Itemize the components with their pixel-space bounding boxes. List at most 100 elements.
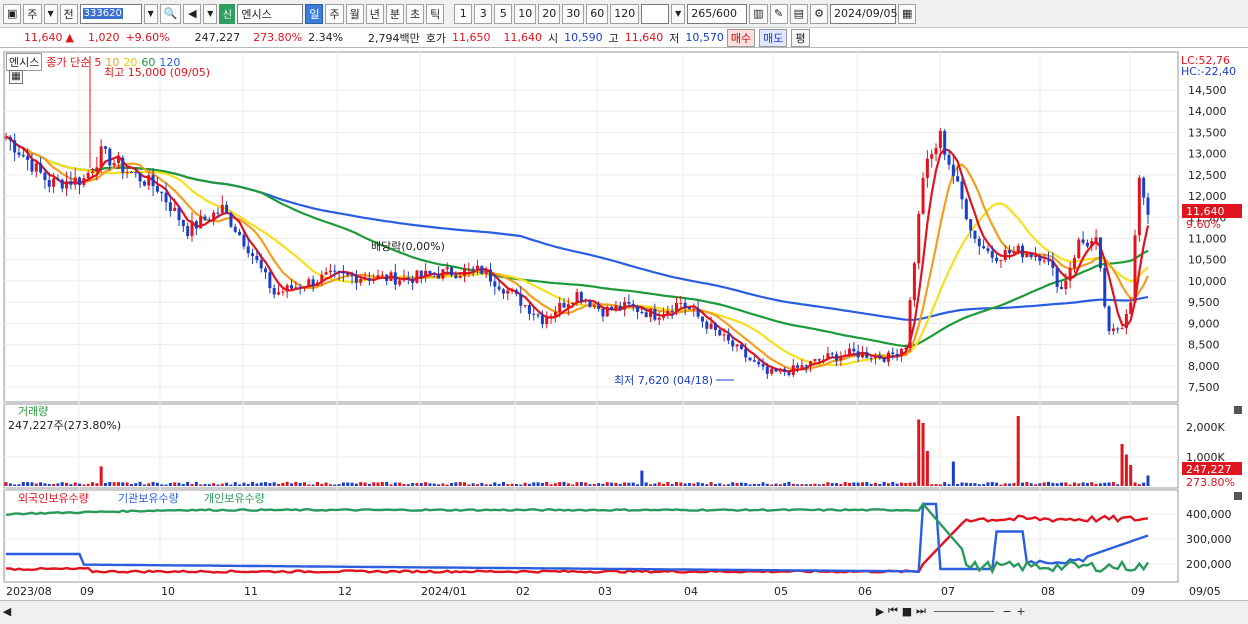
- candle-body: [956, 176, 960, 182]
- volume-ratio: 273.80%: [253, 31, 303, 44]
- stock-name-field[interactable]: 엔시스: [237, 3, 304, 24]
- candle-body: [908, 300, 912, 348]
- candle-body: [1094, 237, 1098, 241]
- volume-bar: [333, 484, 337, 486]
- volume-panel[interactable]: [3, 403, 1179, 489]
- candle-body: [856, 351, 860, 358]
- stop-icon[interactable]: ■: [900, 605, 914, 618]
- scroll-left-icon[interactable]: ◀: [0, 605, 14, 618]
- scroll-right-icon[interactable]: ▶: [874, 605, 886, 618]
- stock-name-tag[interactable]: 엔시스: [6, 53, 43, 71]
- volume-bar: [804, 484, 808, 486]
- volume-bar: [372, 482, 376, 486]
- candle-body: [562, 302, 566, 308]
- candle-body: [705, 321, 709, 329]
- minute-button-20[interactable]: 20: [538, 3, 561, 24]
- volume-bar: [350, 482, 354, 486]
- sell-button[interactable]: 매도: [759, 28, 788, 47]
- count-input[interactable]: 265/600: [687, 3, 748, 24]
- gear-icon[interactable]: ⚙: [810, 3, 829, 24]
- table-icon[interactable]: ▦: [9, 70, 23, 84]
- volume-bar: [389, 484, 393, 486]
- minute-button-10[interactable]: 10: [514, 3, 537, 24]
- candle-body: [687, 307, 691, 310]
- speaker-icon[interactable]: ◀: [183, 3, 202, 24]
- minute-button-60[interactable]: 60: [586, 3, 609, 24]
- close-volume-panel-icon[interactable]: [1234, 406, 1242, 414]
- volume-bar: [103, 482, 107, 486]
- candle-icon[interactable]: ▥: [749, 3, 768, 24]
- minute-button-30[interactable]: 30: [562, 3, 585, 24]
- scroll-bar[interactable]: ◀ ▶ ⏮ ■ ⏭ − +: [0, 600, 1248, 621]
- candle-body: [951, 164, 955, 177]
- chart-window-icon[interactable]: ▣: [3, 3, 22, 24]
- volume-bar: [1064, 482, 1068, 486]
- speaker-dropdown-icon[interactable]: ▼: [203, 3, 218, 24]
- candle-body: [65, 181, 69, 189]
- candle-body: [527, 305, 531, 314]
- period-button-week[interactable]: 주: [23, 3, 42, 24]
- volume-bar: [791, 483, 795, 486]
- custom-interval-dropdown-icon[interactable]: ▼: [671, 3, 686, 24]
- zoom-slider[interactable]: [934, 610, 994, 612]
- interval-button-month[interactable]: 월: [345, 3, 364, 24]
- interval-button-week[interactable]: 주: [325, 3, 344, 24]
- volume-bar: [1051, 482, 1055, 486]
- candle-body: [251, 253, 255, 256]
- toolbar: ▣ 주 ▼ 전 333620 ▼ 🔍 ◀ ▼ 신 엔시스 일 주 월 년 분 초…: [0, 0, 1248, 28]
- candle-body: [1090, 240, 1094, 247]
- close-holding-panel-icon[interactable]: [1234, 492, 1242, 500]
- stock-chart[interactable]: 14,50014,00013,50013,00012,50012,00011,5…: [0, 48, 1248, 621]
- candle-body: [225, 204, 229, 213]
- search-icon[interactable]: 🔍: [159, 3, 182, 24]
- zoom-out-icon[interactable]: −: [1000, 605, 1014, 618]
- price-y-tick: 12,500: [1188, 169, 1227, 182]
- interval-button-minute[interactable]: 분: [385, 3, 404, 24]
- candle-body: [367, 278, 371, 281]
- candle-body: [441, 269, 445, 279]
- candle-body: [91, 171, 95, 173]
- volume-bar: [1072, 482, 1076, 486]
- candle-body: [415, 270, 419, 283]
- candle-body: [558, 302, 562, 312]
- chevron-down-icon[interactable]: ▼: [43, 3, 58, 24]
- play-end-icon[interactable]: ⏭: [914, 604, 928, 618]
- interval-button-tick[interactable]: 틱: [426, 3, 445, 24]
- candle-body: [199, 216, 203, 229]
- interval-button-day[interactable]: 일: [305, 3, 324, 24]
- date-input[interactable]: 2024/09/05: [830, 3, 897, 24]
- volume-bar: [934, 484, 938, 486]
- interval-button-year[interactable]: 년: [365, 3, 384, 24]
- period-button-prev[interactable]: 전: [59, 3, 78, 24]
- draw-tool-icon[interactable]: ✎: [769, 3, 788, 24]
- eval-button[interactable]: 평: [791, 28, 810, 47]
- candle-body: [1064, 280, 1068, 289]
- code-dropdown-icon[interactable]: ▼: [143, 3, 158, 24]
- stock-code-input[interactable]: 333620: [79, 3, 142, 24]
- candle-body: [419, 270, 423, 277]
- volume-bar: [506, 484, 510, 486]
- minute-button-1[interactable]: 1: [454, 3, 473, 24]
- minute-button-120[interactable]: 120: [610, 3, 640, 24]
- custom-interval-input[interactable]: [641, 3, 670, 24]
- play-start-icon[interactable]: ⏮: [886, 604, 900, 618]
- candle-body: [264, 268, 268, 273]
- price-panel[interactable]: [3, 51, 1179, 403]
- dividend-annotation: 배당락(0,00%): [371, 240, 445, 253]
- price-y-tick: 7,500: [1188, 381, 1220, 394]
- volume-bar: [437, 484, 441, 486]
- volume-bar: [471, 483, 475, 486]
- volume-bar: [519, 484, 523, 486]
- volume-bar: [238, 484, 242, 486]
- interval-button-second[interactable]: 초: [405, 3, 425, 24]
- zoom-in-icon[interactable]: +: [1014, 605, 1028, 618]
- chart-area[interactable]: 14,50014,00013,50013,00012,50012,00011,5…: [0, 48, 1248, 621]
- minute-button-5[interactable]: 5: [494, 3, 513, 24]
- save-icon[interactable]: ▤: [789, 3, 809, 24]
- candle-body: [1042, 260, 1046, 262]
- candle-body: [904, 347, 908, 349]
- buy-button[interactable]: 매수: [726, 28, 756, 47]
- calendar-icon[interactable]: ▦: [898, 3, 917, 24]
- minute-button-3[interactable]: 3: [474, 3, 493, 24]
- low-label: 저: [669, 31, 680, 45]
